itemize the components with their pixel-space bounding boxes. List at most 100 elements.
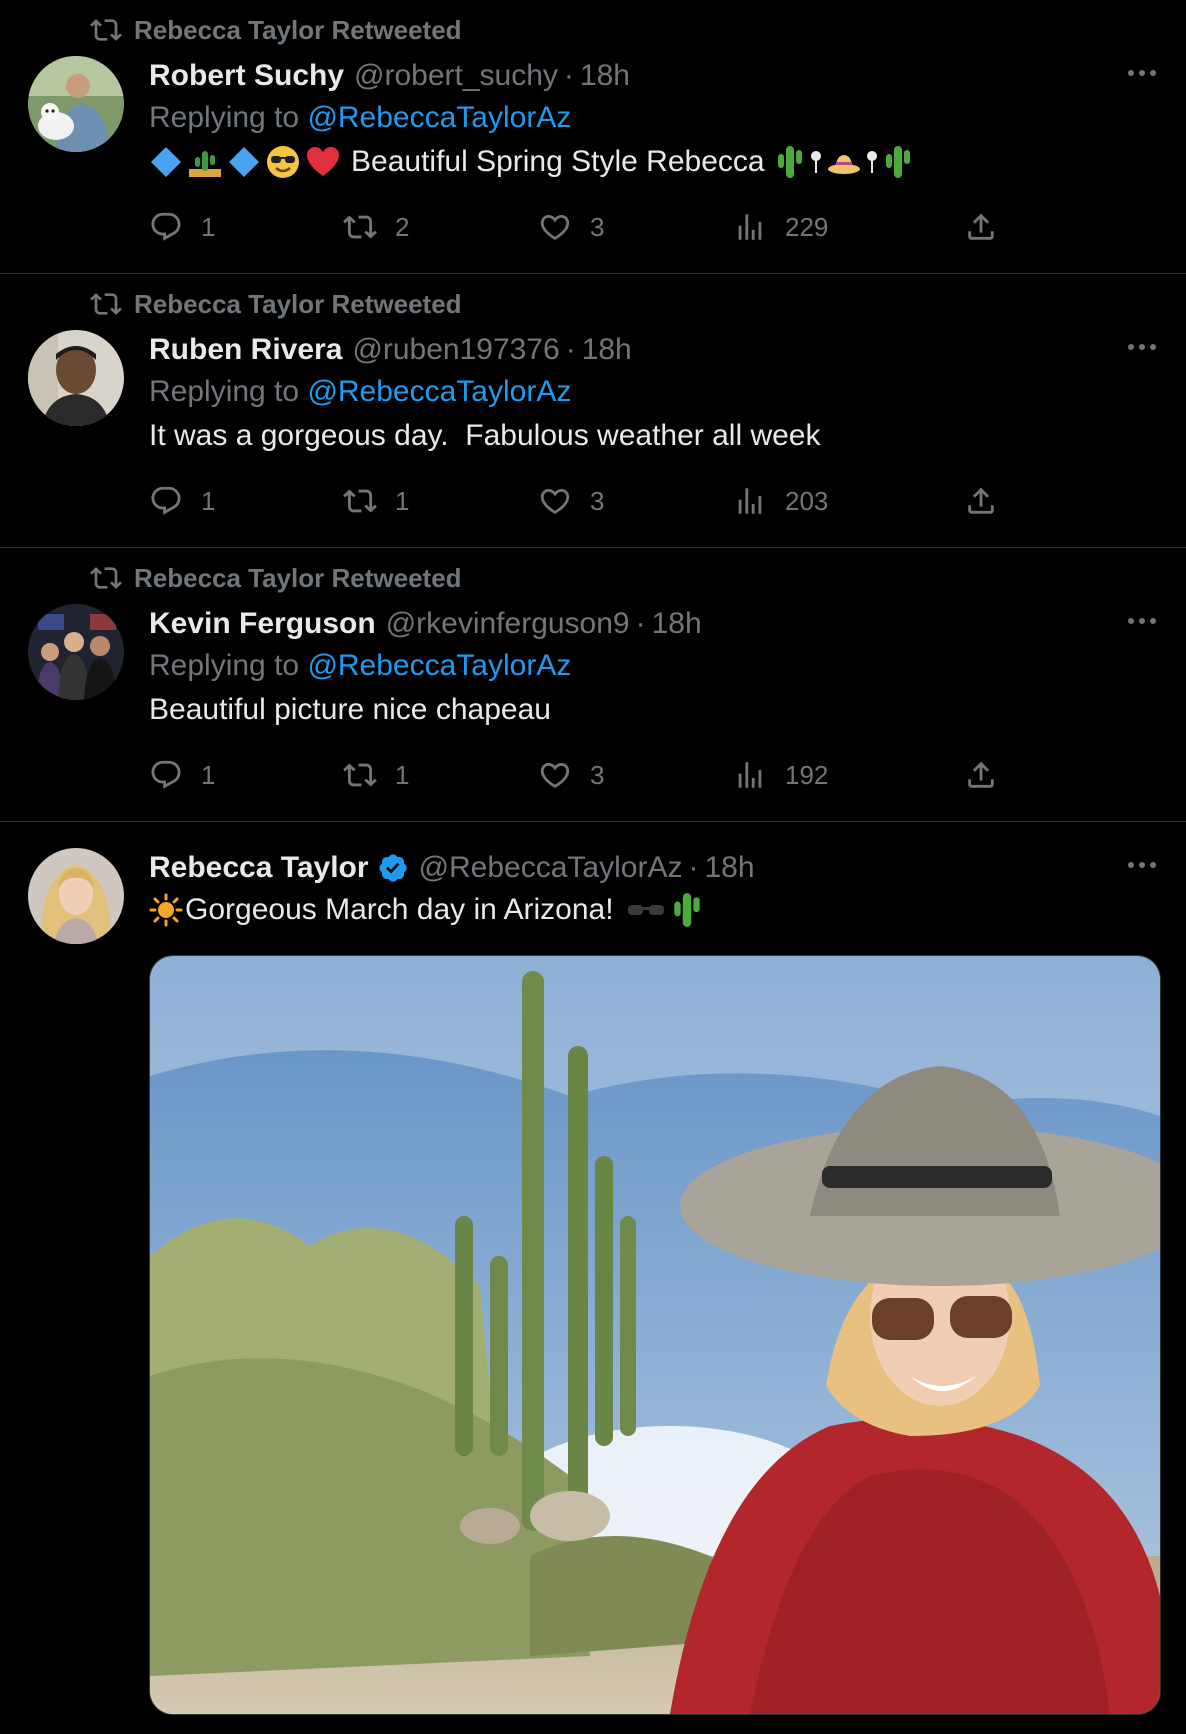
author-handle[interactable]: @robert_suchy xyxy=(354,56,558,96)
reply-icon xyxy=(151,760,181,789)
timestamp[interactable]: 18h xyxy=(704,848,754,888)
like-button[interactable]: 3 xyxy=(538,758,733,792)
tweet-text: Beautiful Spring Style Rebecca xyxy=(149,140,1156,184)
share-button[interactable] xyxy=(964,758,998,792)
separator-dot: · xyxy=(563,59,574,92)
retweet-icon xyxy=(90,293,122,315)
separator-dot: · xyxy=(688,851,699,884)
retweet-context-label: Rebecca Taylor Retweeted xyxy=(134,14,462,45)
views-icon xyxy=(738,762,762,788)
reply-button[interactable]: 1 xyxy=(149,758,343,792)
retweet-context-label: Rebecca Taylor Retweeted xyxy=(134,288,462,319)
replying-prefix: Replying to xyxy=(149,101,300,134)
reply-count: 1 xyxy=(201,759,216,790)
red-heart-icon xyxy=(307,147,339,176)
author-name[interactable]: Robert Suchy xyxy=(149,56,344,96)
mention-link[interactable]: @RebeccaTaylorAz xyxy=(307,375,571,408)
share-icon xyxy=(968,761,994,788)
timestamp[interactable]: 18h xyxy=(652,604,702,644)
share-button[interactable] xyxy=(964,210,998,244)
flower-icon xyxy=(866,151,877,173)
avatar[interactable] xyxy=(28,848,124,944)
blue-diamond-icon xyxy=(151,147,181,177)
share-icon xyxy=(968,213,994,240)
tweet-header: Rebecca Taylor @RebeccaTaylorAz · 18h xyxy=(149,848,1156,888)
views-button[interactable]: 229 xyxy=(733,210,964,244)
tweet-text: Beautiful picture nice chapeau xyxy=(149,688,1156,732)
replying-to: Replying to @RebeccaTaylorAz xyxy=(149,644,1156,688)
views-icon xyxy=(738,214,762,240)
retweet-button[interactable]: 2 xyxy=(343,210,538,244)
tweet-photo[interactable] xyxy=(149,955,1161,1715)
cactus-icon xyxy=(777,146,802,178)
reply-icon xyxy=(151,212,181,241)
flower-icon xyxy=(810,151,821,173)
views-button[interactable]: 192 xyxy=(733,758,964,792)
author-handle[interactable]: @RebeccaTaylorAz xyxy=(419,848,683,888)
tweet-actions: 1 2 3 229 xyxy=(149,210,1004,244)
share-button[interactable] xyxy=(964,484,998,518)
like-icon xyxy=(540,488,570,514)
replying-to: Replying to @RebeccaTaylorAz xyxy=(149,370,1156,414)
tweet-text-content: Beautiful picture nice chapeau xyxy=(149,693,551,726)
cactus-icon xyxy=(885,146,910,178)
timeline-feed: Rebecca Taylor Retweeted Robert Suchy @r… xyxy=(0,0,1186,1734)
tweet-text: Gorgeous March day in Arizona! xyxy=(149,888,1156,932)
retweet-context: Rebecca Taylor Retweeted xyxy=(90,562,462,594)
views-icon xyxy=(738,488,762,514)
retweet-icon xyxy=(343,763,377,787)
sun-icon xyxy=(149,893,183,927)
views-count: 203 xyxy=(785,485,829,516)
retweet-context-label: Rebecca Taylor Retweeted xyxy=(134,562,462,593)
retweet-icon xyxy=(90,567,122,589)
reply-button[interactable]: 1 xyxy=(149,210,343,244)
like-count: 3 xyxy=(590,759,605,790)
tweet-ruben-rivera[interactable]: Rebecca Taylor Retweeted Ruben Rivera @r… xyxy=(0,274,1186,548)
replying-prefix: Replying to xyxy=(149,649,300,682)
retweet-count: 2 xyxy=(395,211,410,242)
author-name[interactable]: Kevin Ferguson xyxy=(149,604,376,644)
tweet-header: Ruben Rivera @ruben197376 · 18h xyxy=(149,330,1156,370)
tweet-header: Robert Suchy @robert_suchy · 18h xyxy=(149,56,1156,96)
timestamp[interactable]: 18h xyxy=(582,330,632,370)
mention-link[interactable]: @RebeccaTaylorAz xyxy=(307,649,571,682)
replying-to: Replying to @RebeccaTaylorAz xyxy=(149,96,1156,140)
author-handle[interactable]: @rkevinferguson9 xyxy=(386,604,630,644)
author-name[interactable]: Rebecca Taylor xyxy=(149,848,369,888)
reply-icon xyxy=(151,486,181,515)
like-icon xyxy=(540,762,570,788)
tweet-kevin-ferguson[interactable]: Rebecca Taylor Retweeted Kevin Ferguson … xyxy=(0,548,1186,822)
like-button[interactable]: 3 xyxy=(538,210,733,244)
sunglasses-icon xyxy=(627,905,664,915)
tweet-text-content: It was a gorgeous day. Fabulous weather … xyxy=(149,419,821,452)
tweet-header: Kevin Ferguson @rkevinferguson9 · 18h xyxy=(149,604,1156,644)
tweet-text-content: Gorgeous March day in Arizona! xyxy=(185,893,614,926)
sunglasses-face-icon xyxy=(267,146,299,178)
avatar[interactable] xyxy=(28,56,124,152)
avatar[interactable] xyxy=(28,604,124,700)
reply-button[interactable]: 1 xyxy=(149,484,343,518)
retweet-icon xyxy=(343,215,377,239)
separator-dot: · xyxy=(565,333,576,366)
tweet-actions: 1 1 3 192 xyxy=(149,758,1004,792)
tweet-text-content: Beautiful Spring Style Rebecca xyxy=(351,145,765,178)
retweet-count: 1 xyxy=(395,759,410,790)
views-button[interactable]: 203 xyxy=(733,484,964,518)
retweet-icon xyxy=(90,19,122,41)
author-handle[interactable]: @ruben197376 xyxy=(352,330,559,370)
avatar[interactable] xyxy=(28,330,124,426)
verified-badge-icon xyxy=(378,854,407,882)
desert-icon xyxy=(189,151,221,177)
hat-icon xyxy=(827,155,860,174)
author-name[interactable]: Ruben Rivera xyxy=(149,330,342,370)
retweet-context: Rebecca Taylor Retweeted xyxy=(90,14,462,46)
mention-link[interactable]: @RebeccaTaylorAz xyxy=(307,101,571,134)
tweet-robert-suchy[interactable]: Rebecca Taylor Retweeted Robert Suchy @r… xyxy=(0,0,1186,274)
like-button[interactable]: 3 xyxy=(538,484,733,518)
emoji-group-trailing xyxy=(775,144,913,180)
blue-diamond-icon xyxy=(229,147,259,177)
replying-prefix: Replying to xyxy=(149,375,300,408)
retweet-button[interactable]: 1 xyxy=(343,758,538,792)
retweet-button[interactable]: 1 xyxy=(343,484,538,518)
timestamp[interactable]: 18h xyxy=(580,56,630,96)
